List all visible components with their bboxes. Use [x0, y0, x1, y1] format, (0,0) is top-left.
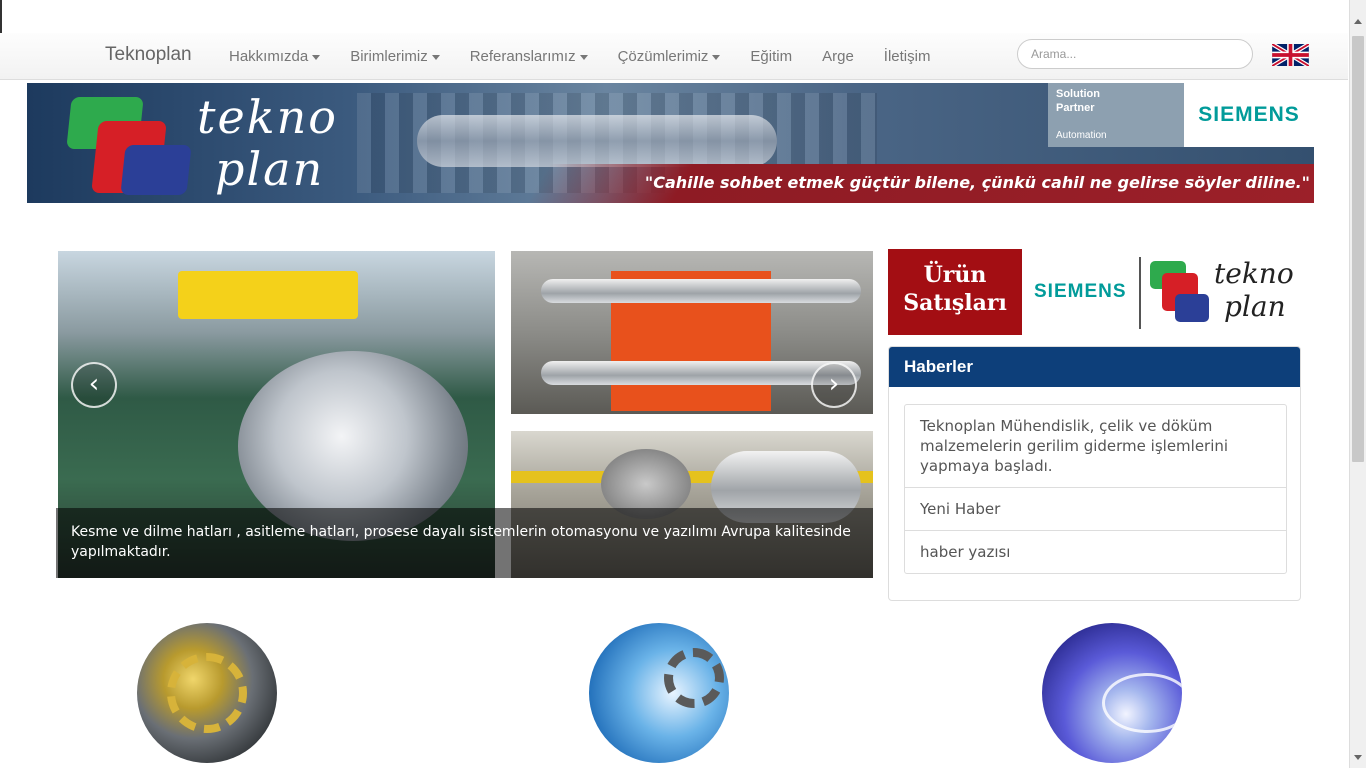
- header-banner: tekno plan Solution Partner Automation S…: [27, 83, 1314, 203]
- search-input[interactable]: Arama...: [1017, 39, 1253, 69]
- banner-quote: "Cahille sohbet etmek güçtür bilene, çün…: [644, 173, 1310, 192]
- news-item[interactable]: Teknoplan Mühendislik, çelik ve döküm ma…: [905, 405, 1286, 488]
- brand-link[interactable]: Teknoplan: [105, 44, 192, 66]
- disc-icon: [1102, 673, 1182, 733]
- product-sales-banner[interactable]: Ürün Satışları SIEMENS tekno plan: [888, 249, 1301, 335]
- nav-item-iletisim[interactable]: İletişim: [869, 33, 946, 80]
- news-panel-title: Haberler: [889, 347, 1300, 387]
- gear-icon: [664, 648, 724, 708]
- nav-item-cozumlerimiz[interactable]: Çözümlerimiz: [603, 33, 736, 80]
- scroll-down-icon[interactable]: [1354, 755, 1362, 760]
- teknoplan-logo-small: tekno plan: [1214, 257, 1294, 323]
- nav-item-referanslarimiz[interactable]: Referanslarımız: [455, 33, 603, 80]
- nav-item-egitim[interactable]: Eğitim: [735, 33, 807, 80]
- caret-down-icon: [579, 54, 588, 60]
- software-disc-image[interactable]: [1042, 623, 1182, 763]
- siemens-logo: SIEMENS: [1184, 83, 1314, 147]
- page-scrollbar[interactable]: [1349, 0, 1366, 768]
- partner-automation-label: Automation: [1056, 130, 1107, 141]
- browser-top-strip: [0, 0, 1348, 33]
- nav-item-birimlerimiz[interactable]: Birimlerimiz: [335, 33, 455, 80]
- main-navbar: Teknoplan Hakkımızda Birimlerimiz Refera…: [0, 33, 1348, 80]
- urun-satislari-box: Ürün Satışları: [888, 249, 1022, 335]
- siemens-logo-small: SIEMENS: [1034, 281, 1127, 302]
- news-list: Teknoplan Mühendislik, çelik ve döküm ma…: [904, 404, 1287, 574]
- news-item[interactable]: haber yazısı: [905, 531, 1286, 573]
- caret-down-icon: [312, 54, 321, 60]
- carousel-next-button[interactable]: ›: [811, 362, 857, 408]
- nav-menu: Hakkımızda Birimlerimiz Referanslarımız …: [214, 33, 945, 80]
- banner-logo-text: tekno plan: [197, 90, 338, 196]
- image-carousel[interactable]: Kesme ve dilme hatları , asitleme hatlar…: [56, 249, 873, 578]
- banner-roll-image: [417, 115, 777, 167]
- carousel-caption: Kesme ve dilme hatları , asitleme hatlar…: [56, 508, 873, 578]
- news-panel: Haberler Teknoplan Mühendislik, çelik ve…: [888, 346, 1301, 601]
- logo-blue-square: [120, 145, 192, 195]
- carousel-prev-button[interactable]: ‹: [71, 362, 117, 408]
- nav-item-arge[interactable]: Arge: [807, 33, 869, 80]
- scrollbar-thumb[interactable]: [1352, 36, 1364, 462]
- caret-down-icon: [712, 54, 721, 60]
- uk-flag-icon[interactable]: [1272, 44, 1309, 66]
- gear-icon: [167, 653, 247, 733]
- mechanical-gears-image[interactable]: [137, 623, 277, 763]
- scroll-up-icon[interactable]: [1354, 19, 1362, 24]
- caret-down-icon: [431, 54, 440, 60]
- logo-divider: [1139, 257, 1141, 329]
- robotics-image[interactable]: [589, 623, 729, 763]
- nav-item-hakkimizda[interactable]: Hakkımızda: [214, 33, 335, 80]
- logo-blue-square: [1175, 294, 1209, 322]
- news-item[interactable]: Yeni Haber: [905, 488, 1286, 531]
